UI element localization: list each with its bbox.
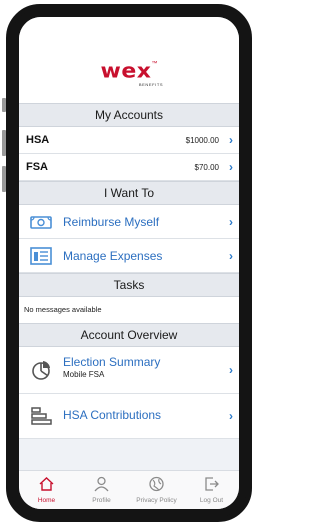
chevron-right-icon: › [229,133,233,147]
logo-trademark: ™ [151,61,158,67]
hsa-contributions-title: HSA Contributions [63,408,162,422]
bar-chart-icon [31,407,52,425]
money-icon [30,216,52,229]
account-balance: $70.00 [194,163,219,172]
app-header: wex™ BENEFITS [19,17,239,103]
manage-expenses-row[interactable]: Manage Expenses › [19,239,239,273]
reimburse-myself-label: Reimburse Myself [63,215,160,229]
tab-profile-label: Profile [92,497,111,504]
tasks-header: Tasks [19,273,239,297]
tasks-message-row: No messages available [19,297,239,323]
account-name: FSA [26,161,48,173]
globe-icon [149,476,164,492]
chevron-right-icon: › [229,215,233,229]
receipt-icon [30,247,52,265]
election-summary-title: Election Summary [63,355,161,369]
home-icon [39,477,54,491]
manage-expenses-label: Manage Expenses [63,249,163,263]
no-messages-text: No messages available [24,305,102,314]
election-summary-row[interactable]: Election Summary Mobile FSA › [19,347,239,394]
chevron-right-icon: › [229,409,233,423]
logo-wordmark: wex [100,60,152,84]
bottom-tab-bar: Home Profile Privacy Policy Log Out [19,470,239,509]
phone-frame: wex™ BENEFITS My Accounts HSA $1000.00 ›… [6,4,252,522]
logout-icon [205,477,219,491]
chevron-right-icon: › [229,363,233,377]
i-want-to-header: I Want To [19,181,239,205]
tab-log-out[interactable]: Log Out [184,471,239,509]
tab-profile[interactable]: Profile [74,471,129,509]
tab-home-label: Home [37,497,56,504]
account-row-fsa[interactable]: FSA $70.00 › [19,154,239,181]
profile-icon [94,476,109,492]
account-row-hsa[interactable]: HSA $1000.00 › [19,127,239,154]
account-name: HSA [26,134,50,146]
my-accounts-header: My Accounts [19,103,239,127]
chevron-right-icon: › [229,160,233,174]
chevron-right-icon: › [229,249,233,263]
account-balance: $1000.00 [185,136,219,145]
app-screen: wex™ BENEFITS My Accounts HSA $1000.00 ›… [19,17,239,509]
tab-home[interactable]: Home [19,471,74,509]
pie-chart-icon [32,361,50,380]
tab-privacy-policy[interactable]: Privacy Policy [129,471,184,509]
wex-logo: wex™ BENEFITS [19,61,239,87]
tab-privacy-policy-label: Privacy Policy [136,497,177,504]
reimburse-myself-row[interactable]: Reimburse Myself › [19,205,239,239]
account-overview-header: Account Overview [19,323,239,347]
election-summary-subtitle: Mobile FSA [63,370,105,379]
hsa-contributions-row[interactable]: HSA Contributions › [19,394,239,439]
tab-log-out-label: Log Out [199,497,224,504]
